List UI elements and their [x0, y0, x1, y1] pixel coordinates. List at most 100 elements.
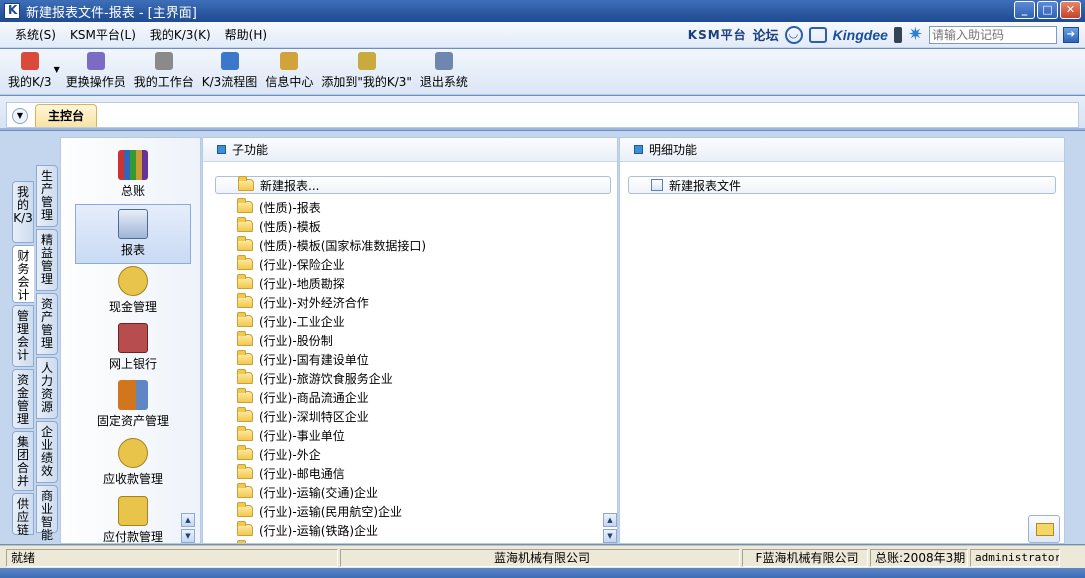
minimize-button[interactable]: _: [1014, 1, 1035, 19]
subfunction-label: (行业)-对外经济合作: [259, 295, 369, 310]
status-bar: 就绪 蓝海机械有限公司 F蓝海机械有限公司 总账:2008年3期 adminis…: [0, 545, 1085, 568]
subfunction-label: (行业)-外企工业行业: [259, 541, 369, 544]
subfunction-label: (性质)-模板(国家标准数据接口): [259, 238, 427, 253]
toolbar-add-to-my-k3-button[interactable]: 添加到"我的K/3": [317, 52, 416, 90]
subfunction-item[interactable]: (行业)-运输(交通)企业: [237, 483, 378, 501]
vtab-performance[interactable]: 企业绩效: [36, 421, 58, 483]
module-report[interactable]: 报表: [75, 204, 191, 264]
tab-main-console[interactable]: 主控台: [35, 104, 97, 127]
module-general-ledger[interactable]: 总账: [75, 150, 191, 199]
new-report-label: 新建报表...: [260, 178, 320, 193]
scroll-up-button[interactable]: ▲: [181, 513, 195, 527]
subfunction-item[interactable]: (行业)-旅游饮食服务企业: [237, 369, 393, 387]
list-scroll-up-button[interactable]: ▲: [603, 513, 617, 527]
flowchart-icon: [220, 52, 239, 70]
module-label: 应收款管理: [102, 472, 163, 486]
message-icon[interactable]: [808, 26, 827, 43]
mail-button[interactable]: [1028, 515, 1060, 543]
vtab-management-accounting[interactable]: 管理会计: [12, 305, 34, 367]
folder-icon: [237, 407, 253, 422]
chevron-down-icon[interactable]: ▼: [12, 108, 28, 124]
vtab-capital[interactable]: 资金管理: [12, 369, 34, 429]
new-report-file-item[interactable]: 新建报表文件: [628, 176, 1056, 194]
module-cash[interactable]: 现金管理: [75, 266, 191, 315]
subfunction-item[interactable]: (行业)-股份制: [237, 331, 333, 349]
forum-link[interactable]: 论坛: [753, 25, 779, 44]
subfunction-label: (行业)-国有建设单位: [259, 352, 369, 367]
toolbar-switch-operator-button[interactable]: 更换操作员: [62, 52, 130, 90]
toolbar-my-workbench-button[interactable]: 我的工作台: [130, 52, 198, 90]
subfunction-item[interactable]: (行业)-工业企业: [237, 312, 345, 330]
document-icon: [651, 179, 663, 191]
close-button[interactable]: ✕: [1060, 1, 1081, 19]
menu-my-k3[interactable]: 我的K/3(K): [143, 26, 218, 43]
vtab-group-consolidation[interactable]: 集团合并: [12, 431, 34, 491]
toolbar-info-center-button[interactable]: 信息中心: [261, 52, 317, 90]
pen-icon: [154, 52, 173, 70]
main-area: 我的K/3 财务会计 管理会计 资金管理 集团合并 供应链 生产管理 精益管理 …: [0, 131, 1085, 544]
toolbar-label: K/3流程图: [201, 75, 258, 89]
subfunction-item[interactable]: (行业)-运输(民用航空)企业: [237, 502, 402, 520]
maximize-button[interactable]: □: [1037, 1, 1058, 19]
subfunction-item[interactable]: (行业)-外企: [237, 445, 321, 463]
subfunction-item[interactable]: (行业)-商品流通企业: [237, 388, 369, 406]
toolbar: 我的K/3 ▼ 更换操作员 我的工作台 K/3流程图 信息中心 添加到"我的K/…: [0, 49, 1085, 95]
dropdown-arrow-icon[interactable]: ▼: [54, 65, 60, 74]
toolbar-flowchart-button[interactable]: K/3流程图: [198, 52, 262, 90]
folder-icon: [237, 502, 253, 517]
subfunction-item[interactable]: (性质)-模板(国家标准数据接口): [237, 236, 426, 254]
subfunction-item[interactable]: (行业)-事业单位: [237, 426, 345, 444]
menu-bar: 系统(S) KSM平台(L) 我的K/3(K) 帮助(H) KSM平台 论坛 K…: [0, 22, 1085, 48]
subfunction-item[interactable]: (行业)-运输(铁路)企业: [237, 521, 378, 539]
module-online-bank[interactable]: 网上银行: [75, 323, 191, 372]
phone-icon[interactable]: [893, 26, 902, 43]
subfunction-label: (行业)-保险企业: [259, 257, 345, 272]
vtab-assets[interactable]: 资产管理: [36, 293, 58, 355]
list-scroll-down-button[interactable]: ▼: [603, 529, 617, 543]
subfunction-item[interactable]: (行业)-保险企业: [237, 255, 345, 273]
vtab-supply-chain[interactable]: 供应链: [12, 493, 34, 537]
menu-help[interactable]: 帮助(H): [218, 26, 274, 43]
subfunction-item[interactable]: (行业)-邮电通信: [237, 464, 345, 482]
smiley-icon[interactable]: [784, 25, 803, 44]
folder-icon: [237, 198, 253, 213]
mnemonic-search-input[interactable]: [929, 25, 1057, 44]
subfunction-label: (行业)-运输(民用航空)企业: [259, 504, 403, 519]
cash-bag-icon: [118, 266, 148, 296]
menu-system[interactable]: 系统(S): [8, 26, 63, 43]
subfunction-item[interactable]: (性质)-模板: [237, 217, 321, 235]
subfunction-item[interactable]: (性质)-报表: [237, 198, 321, 216]
module-receivable[interactable]: 应收款管理: [75, 438, 191, 487]
subfunction-item[interactable]: (行业)-地质勘探: [237, 274, 345, 292]
ksm-platform-link[interactable]: KSM平台: [688, 26, 747, 43]
toolbar-my-k3-button[interactable]: 我的K/3: [4, 52, 56, 90]
new-report-file-label: 新建报表文件: [669, 178, 742, 193]
menu-ksm[interactable]: KSM平台(L): [63, 26, 143, 43]
vertical-tabs-right: 生产管理 精益管理 资产管理 人力资源 企业绩效 商业智能: [36, 165, 58, 542]
vtab-my-k3[interactable]: 我的K/3: [12, 181, 34, 243]
scroll-down-button[interactable]: ▼: [181, 529, 195, 543]
toolbar-label: 我的K/3: [8, 75, 52, 89]
subfunction-label: (性质)-报表: [259, 200, 321, 215]
vtab-bi[interactable]: 商业智能: [36, 485, 58, 542]
go-button[interactable]: ➔: [1063, 26, 1079, 43]
subfunction-item[interactable]: (行业)-外企工业行业: [237, 540, 369, 544]
subfunction-label: (行业)-外企: [259, 447, 321, 462]
new-report-item[interactable]: 新建报表...: [215, 176, 611, 194]
vtab-finance[interactable]: 财务会计: [12, 245, 34, 303]
folder-icon: [237, 521, 253, 536]
module-label: 报表: [120, 243, 145, 257]
toolbar-exit-button[interactable]: 退出系统: [416, 52, 472, 90]
vtab-production[interactable]: 生产管理: [36, 165, 58, 227]
subfunction-item[interactable]: (行业)-国有建设单位: [237, 350, 369, 368]
vtab-lean[interactable]: 精益管理: [36, 229, 58, 291]
vtab-hr[interactable]: 人力资源: [36, 357, 58, 419]
subfunction-item[interactable]: (行业)-对外经济合作: [237, 293, 369, 311]
subfunction-label: (行业)-运输(交通)企业: [259, 485, 379, 500]
status-period: 总账:2008年3期: [870, 549, 968, 567]
module-payable[interactable]: 应付款管理: [75, 496, 191, 543]
module-fixed-assets[interactable]: 固定资产管理: [75, 380, 191, 429]
bullet-square-icon: [634, 145, 643, 154]
toolbar-label: 退出系统: [419, 75, 468, 89]
subfunction-item[interactable]: (行业)-深圳特区企业: [237, 407, 369, 425]
